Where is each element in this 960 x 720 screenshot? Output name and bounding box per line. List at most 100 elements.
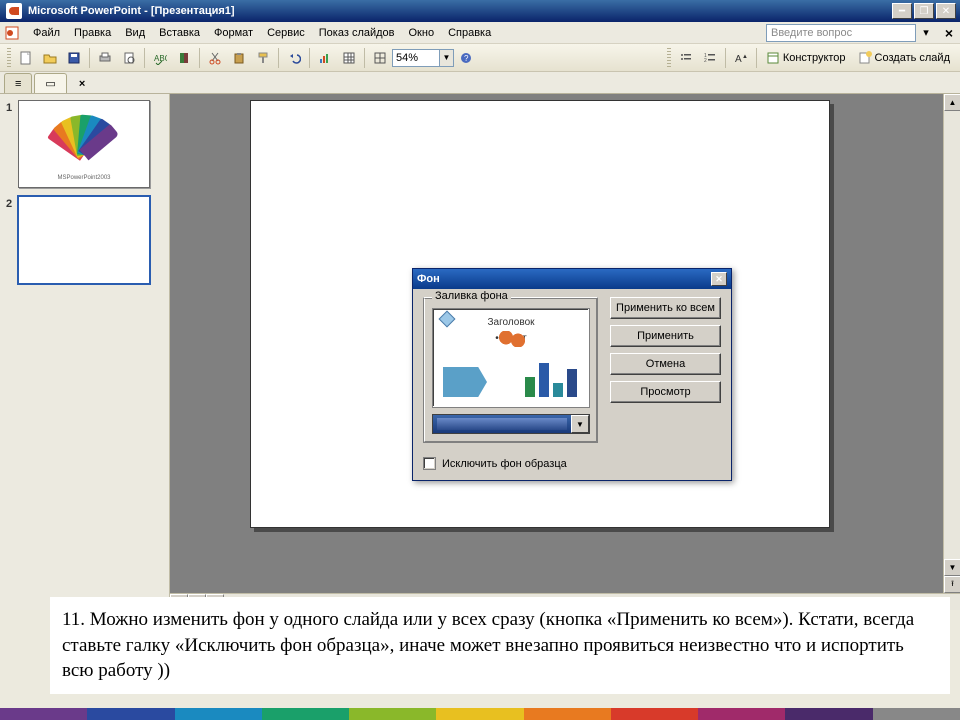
pane-tabstrip: ≡ ▭ × [0,72,960,94]
instruction-caption: 11. Можно изменить фон у одного слайда и… [50,597,950,694]
menu-format[interactable]: Формат [207,25,260,41]
menu-help[interactable]: Справка [441,25,498,41]
close-button[interactable]: ✕ [936,3,956,19]
exclude-master-checkbox[interactable] [423,457,436,470]
print-button[interactable] [94,47,116,69]
insert-chart-button[interactable] [314,47,336,69]
thumb-row-2: 2 [6,196,163,284]
design-button[interactable]: Конструктор [760,47,852,69]
menu-view-label: Вид [125,27,145,39]
numbering-button[interactable]: 12 [699,47,721,69]
menu-insert[interactable]: Вставка [152,25,207,41]
help-search-input[interactable]: Введите вопрос [766,24,916,42]
menu-insert-label: Вставка [159,27,200,39]
apply-all-button[interactable]: Применить ко всем [610,297,721,319]
preview-label: Просмотр [640,386,690,398]
paste-button[interactable] [228,47,250,69]
workspace: 1 MSPowerPoint2003 2 [0,94,960,610]
preview-button[interactable]: Просмотр [610,381,721,403]
cancel-button[interactable]: Отмена [610,353,721,375]
slide-thumbnail-2[interactable] [18,196,150,284]
inner-doc-close-button[interactable]: × [942,25,956,41]
preview-heading: Заголовок [433,317,589,328]
app-titlebar: Microsoft PowerPoint - [Презентация1] ━ … [0,0,960,22]
thumb-number: 2 [6,196,18,210]
new-file-button[interactable] [15,47,37,69]
menu-file[interactable]: Файл [26,25,67,41]
print-preview-button[interactable] [118,47,140,69]
menu-slideshow[interactable]: Показ слайдов [312,25,402,41]
preview-arrow-shape [443,367,487,397]
menu-tools[interactable]: Сервис [260,25,312,41]
scroll-down-button[interactable]: ▼ [944,559,960,576]
menu-file-label: Файл [33,27,60,39]
outline-tab[interactable]: ≡ [4,73,32,93]
help-search-placeholder: Введите вопрос [771,27,852,39]
new-slide-label: Создать слайд [875,52,950,64]
dialog-titlebar[interactable]: Фон ✕ [413,269,731,289]
svg-text:A: A [735,54,742,65]
slide-thumbnails-pane: 1 MSPowerPoint2003 2 [0,94,170,610]
new-slide-button[interactable]: Создать слайд [852,47,956,69]
slides-icon: ▭ [45,77,55,90]
fill-preview: Заголовок • Текст [432,308,590,408]
help-button[interactable]: ? [455,47,477,69]
slides-tab[interactable]: ▭ [34,73,66,93]
fill-color-dropdown[interactable]: ▼ [432,414,590,434]
menu-help-label: Справка [448,27,491,39]
scroll-up-button[interactable]: ▲ [944,94,960,111]
outline-icon: ≡ [15,78,21,90]
svg-text:2: 2 [704,58,707,64]
dialog-close-button[interactable]: ✕ [711,272,727,286]
outer-window-controls: ━ ❐ ✕ [892,3,956,19]
color-fan-graphic [47,113,119,155]
groupbox-legend: Заливка фона [432,290,511,302]
tables-borders-button[interactable] [369,47,391,69]
design-icon [766,51,780,65]
restore-button[interactable]: ❐ [914,3,934,19]
slide-edit-area: Фон ✕ Заливка фона Заголовок • Текст [170,94,960,610]
bullets-button[interactable] [675,47,697,69]
document-icon [4,25,20,41]
minimize-button[interactable]: ━ [892,3,912,19]
format-painter-button[interactable] [252,47,274,69]
pane-close-button[interactable]: × [75,78,89,90]
increase-font-button[interactable]: A▲ [730,47,752,69]
menu-slideshow-label: Показ слайдов [319,27,395,39]
research-button[interactable] [173,47,195,69]
edit-vertical-scrollbar[interactable]: ▲ ▼ ⭱ ⭳ [943,94,960,610]
thumb-number: 1 [6,100,18,114]
apply-button[interactable]: Применить [610,325,721,347]
instruction-text: 11. Можно изменить фон у одного слайда и… [62,609,914,681]
dropdown-arrow-icon: ▼ [571,415,589,433]
toolbar-grip[interactable] [7,48,11,68]
menu-edit[interactable]: Правка [67,25,118,41]
apply-all-label: Применить ко всем [616,302,715,314]
thumb-caption: MSPowerPoint2003 [19,175,149,181]
help-search-dropdown[interactable]: ▾ [920,24,932,42]
svg-text:ABC: ABC [154,54,167,63]
save-button[interactable] [63,47,85,69]
insert-table-button[interactable] [338,47,360,69]
menu-view[interactable]: Вид [118,25,152,41]
undo-button[interactable] [283,47,305,69]
fill-groupbox: Заливка фона Заголовок • Текст [423,297,598,443]
toolbar-grip-2[interactable] [667,48,671,68]
prev-slide-button[interactable]: ⭱ [944,576,960,593]
background-dialog: Фон ✕ Заливка фона Заголовок • Текст [412,268,732,481]
zoom-dropdown[interactable]: ▼ [440,49,454,67]
exclude-master-label: Исключить фон образца [442,458,567,470]
menu-window[interactable]: Окно [402,25,442,41]
cut-button[interactable] [204,47,226,69]
menu-edit-label: Правка [74,27,111,39]
preview-decor [497,331,527,347]
open-file-button[interactable] [39,47,61,69]
cancel-label: Отмена [646,358,685,370]
exclude-master-row: Исключить фон образца [413,453,731,480]
slide-thumbnail-1[interactable]: MSPowerPoint2003 [18,100,150,188]
design-label: Конструктор [783,52,846,64]
zoom-input[interactable]: 54% [392,49,440,67]
thumb-row-1: 1 MSPowerPoint2003 [6,100,163,188]
bottom-color-strip [0,708,960,720]
spellcheck-button[interactable]: ABC [149,47,171,69]
